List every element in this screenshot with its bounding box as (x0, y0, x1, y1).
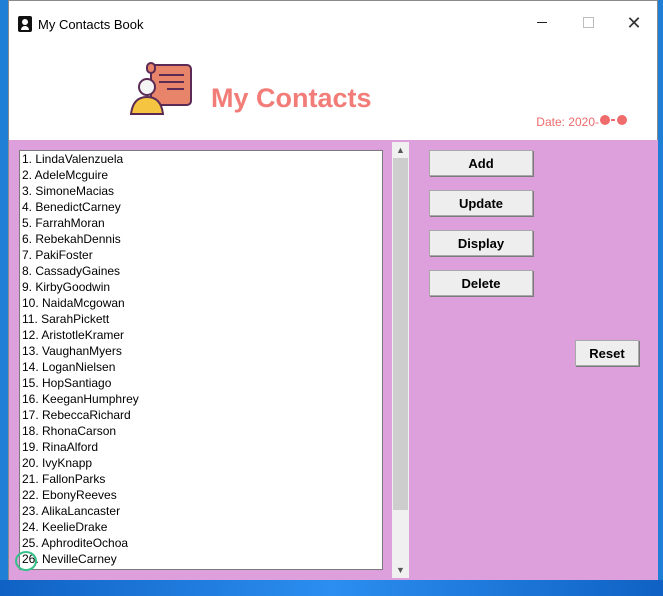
contact-list-item[interactable]: 19. RinaAlford (20, 439, 382, 455)
redacted-date-mark (600, 115, 627, 125)
app-window: My Contacts Book ✕ My Contacts Date: 202… (8, 0, 658, 580)
maximize-icon (582, 17, 594, 29)
maximize-button[interactable] (565, 9, 611, 39)
contact-list-item[interactable]: 3. SimoneMacias (20, 183, 382, 199)
contacts-listbox[interactable]: 1. LindaValenzuela 2. AdeleMcguire 3. Simo… (19, 150, 383, 570)
contact-list-item[interactable]: 4. BenedictCarney (20, 199, 382, 215)
actions-panel: Add Update Display Delete Reset (409, 140, 658, 580)
contact-list-item[interactable]: 24. KeelieDrake (20, 519, 382, 535)
scroll-thumb[interactable] (393, 158, 408, 510)
contact-list-item[interactable]: 14. LoganNielsen (20, 359, 382, 375)
contact-list-item[interactable]: 11. SarahPickett (20, 311, 382, 327)
contacts-panel: 1. LindaValenzuela 2. AdeleMcguire 3. Simo… (9, 140, 409, 580)
contact-scroll-icon (129, 62, 192, 115)
contact-list-item[interactable]: 23. AlikaLancaster (20, 503, 382, 519)
contact-list-item[interactable]: 12. AristotleKramer (20, 327, 382, 343)
close-button[interactable]: ✕ (611, 9, 657, 39)
contact-list-item[interactable]: 16. KeeganHumphrey (20, 391, 382, 407)
reset-button[interactable]: Reset (575, 340, 639, 366)
contact-list-item[interactable]: 5. FarrahMoran (20, 215, 382, 231)
scroll-down-arrow-icon[interactable]: ▼ (392, 562, 409, 578)
delete-button[interactable]: Delete (429, 270, 533, 296)
contact-list-item[interactable]: 15. HopSantiago (20, 375, 382, 391)
date-text: Date: 2020- (536, 115, 599, 129)
contact-list-item[interactable]: 7. PakiFoster (20, 247, 382, 263)
page-title: My Contacts (211, 83, 372, 113)
contacts-scrollbar[interactable]: ▲ ▼ (392, 142, 409, 578)
contact-book-icon (18, 16, 32, 32)
desktop-background (0, 580, 663, 596)
contact-list-item[interactable]: 13. VaughanMyers (20, 343, 382, 359)
contact-list-item[interactable]: 21. FallonParks (20, 471, 382, 487)
contact-list-item[interactable]: 17. RebeccaRichard (20, 407, 382, 423)
click-highlight-circle (15, 551, 37, 571)
contact-list-item[interactable]: 2. AdeleMcguire (20, 167, 382, 183)
update-button[interactable]: Update (429, 190, 533, 216)
date-label: Date: 2020- (536, 114, 629, 129)
contact-list-item[interactable]: 10. NaidaMcgowan (20, 295, 382, 311)
contact-list-item[interactable]: 26. NevilleCarney (20, 551, 382, 567)
display-button[interactable]: Display (429, 230, 533, 256)
contact-list-item[interactable]: 9. KirbyGoodwin (20, 279, 382, 295)
close-icon: ✕ (626, 13, 642, 33)
contact-list-item[interactable]: 8. CassadyGaines (20, 263, 382, 279)
contact-list-item[interactable]: 20. IvyKnapp (20, 455, 382, 471)
window-title: My Contacts Book (38, 17, 144, 32)
add-button[interactable]: Add (429, 150, 533, 176)
contact-list-item[interactable]: 18. RhonaCarson (20, 423, 382, 439)
contact-list-item[interactable]: 1. LindaValenzuela (20, 151, 382, 167)
contact-list-item[interactable]: 25. AphroditeOchoa (20, 535, 382, 551)
scroll-up-arrow-icon[interactable]: ▲ (392, 142, 409, 158)
contact-list-item[interactable]: 22. EbonyReeves (20, 487, 382, 503)
app-header: My Contacts Date: 2020- (9, 39, 657, 140)
contact-list-item[interactable]: 6. RebekahDennis (20, 231, 382, 247)
minimize-button[interactable] (519, 9, 565, 39)
minimize-icon (537, 22, 547, 24)
title-bar: My Contacts Book ✕ (9, 1, 657, 39)
